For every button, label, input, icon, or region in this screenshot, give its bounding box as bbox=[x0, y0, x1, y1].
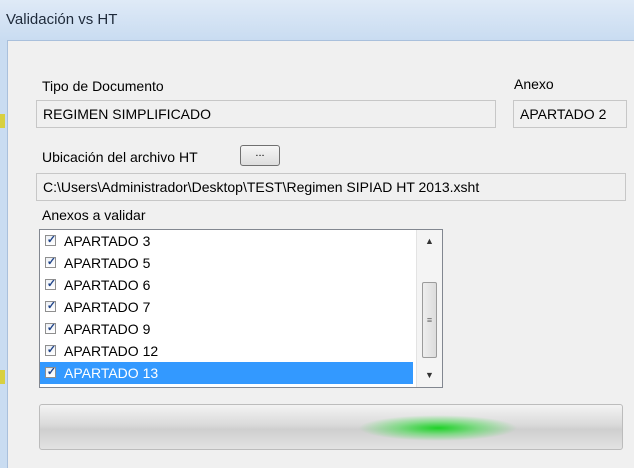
checkmark-icon: ✓ bbox=[46, 300, 57, 312]
list-item[interactable]: ✓ APARTADO 9 bbox=[40, 318, 413, 340]
checkbox[interactable]: ✓ bbox=[45, 322, 57, 334]
archivo-label: Ubicación del archivo HT bbox=[42, 149, 198, 165]
window-title: Validación vs HT bbox=[6, 11, 118, 28]
list-scrollbar[interactable]: ▲ ≡ ▼ bbox=[416, 230, 442, 387]
checkbox[interactable]: ✓ bbox=[45, 278, 57, 290]
frame-marker bbox=[0, 114, 5, 128]
anexo-label: Anexo bbox=[514, 76, 554, 92]
scrollbar-thumb[interactable]: ≡ bbox=[422, 282, 437, 358]
tipo-documento-field[interactable]: REGIMEN SIMPLIFICADO bbox=[36, 100, 496, 128]
checkmark-icon: ✓ bbox=[46, 256, 57, 268]
checkmark-icon: ✓ bbox=[46, 278, 57, 290]
checkmark-icon: ✓ bbox=[46, 366, 57, 378]
checkmark-icon: ✓ bbox=[46, 322, 57, 334]
window-titlebar: Validación vs HT bbox=[0, 0, 634, 41]
checkbox[interactable]: ✓ bbox=[45, 344, 57, 356]
tipo-documento-label: Tipo de Documento bbox=[42, 78, 164, 94]
checkbox[interactable]: ✓ bbox=[45, 234, 57, 246]
list-item[interactable]: ✓ APARTADO 7 bbox=[40, 296, 413, 318]
progress-bar bbox=[39, 404, 623, 450]
scroll-down-icon[interactable]: ▼ bbox=[417, 366, 442, 384]
progress-indicator bbox=[358, 415, 518, 441]
list-item-label: APARTADO 3 bbox=[64, 233, 151, 249]
scrollbar-grip-icon: ≡ bbox=[426, 315, 433, 325]
anexos-validar-label: Anexos a validar bbox=[42, 207, 146, 223]
archivo-path-field[interactable]: C:\Users\Administrador\Desktop\TEST\Regi… bbox=[36, 173, 626, 201]
checkbox[interactable]: ✓ bbox=[45, 366, 57, 378]
list-item-label: APARTADO 5 bbox=[64, 255, 151, 271]
checkbox[interactable]: ✓ bbox=[45, 300, 57, 312]
frame-marker bbox=[0, 370, 5, 384]
list-item-label: APARTADO 7 bbox=[64, 299, 151, 315]
browse-button[interactable]: ... bbox=[240, 145, 280, 166]
anexo-field[interactable]: APARTADO 2 bbox=[513, 100, 627, 128]
list-item-label: APARTADO 13 bbox=[64, 365, 159, 381]
list-item[interactable]: ✓ APARTADO 13 bbox=[40, 362, 413, 384]
scroll-up-icon[interactable]: ▲ bbox=[417, 232, 442, 250]
list-item-label: APARTADO 6 bbox=[64, 277, 151, 293]
checkbox[interactable]: ✓ bbox=[45, 256, 57, 268]
anexos-checked-list[interactable]: ✓ APARTADO 3 ✓ APARTADO 5 ✓ APARTADO 6 ✓ APARTA… bbox=[39, 229, 443, 388]
list-item[interactable]: ✓ APARTADO 12 bbox=[40, 340, 413, 362]
list-item[interactable]: ✓ APARTADO 6 bbox=[40, 274, 413, 296]
list-item[interactable]: ✓ APARTADO 3 bbox=[40, 230, 413, 252]
list-item-label: APARTADO 12 bbox=[64, 343, 159, 359]
checkmark-icon: ✓ bbox=[46, 344, 57, 356]
list-item[interactable]: ✓ APARTADO 5 bbox=[40, 252, 413, 274]
checkmark-icon: ✓ bbox=[46, 234, 57, 246]
window-frame-left bbox=[0, 40, 8, 468]
list-item-label: APARTADO 9 bbox=[64, 321, 151, 337]
